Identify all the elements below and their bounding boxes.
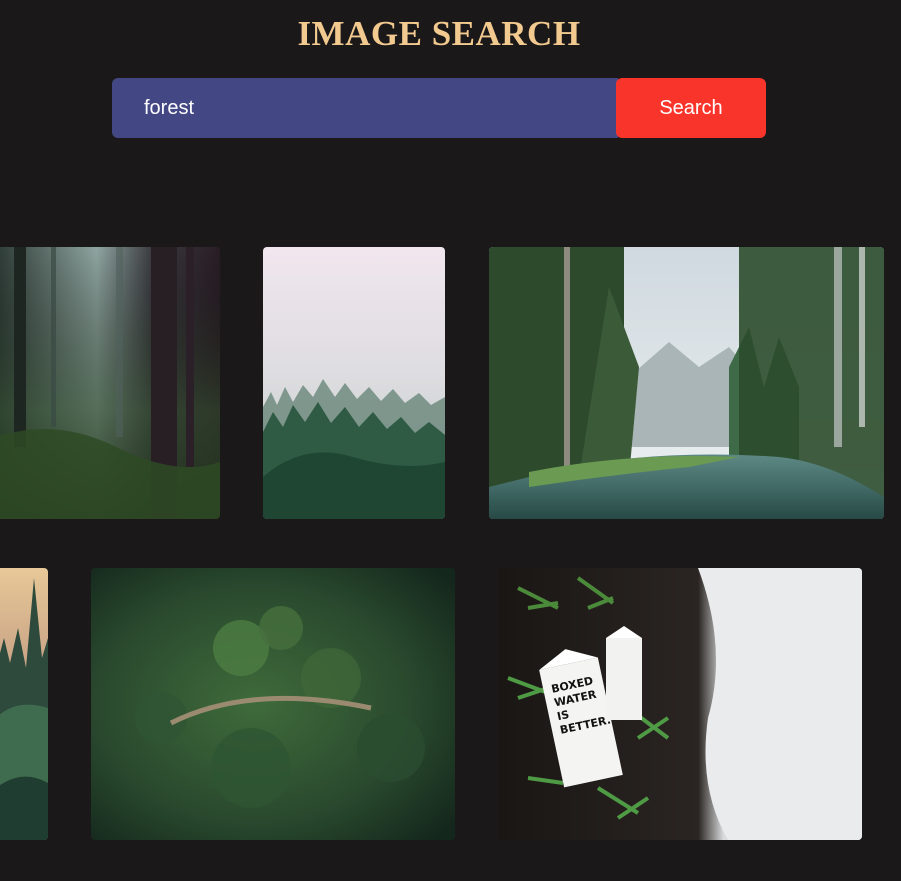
result-image-mountain-lake[interactable] xyxy=(489,247,884,519)
search-button[interactable]: Search xyxy=(616,78,766,138)
result-image-aerial-forest-road[interactable] xyxy=(91,568,455,840)
image-search-page: IMAGE SEARCH Search xyxy=(0,0,901,881)
result-image-foggy-treetops[interactable] xyxy=(263,247,445,519)
search-input[interactable] xyxy=(112,78,618,138)
result-image-boxed-water[interactable]: BOXED WATER IS BETTER. xyxy=(498,568,862,840)
result-image-sunset-forest[interactable] xyxy=(0,568,48,840)
page-title: IMAGE SEARCH xyxy=(297,14,581,53)
search-bar: Search xyxy=(112,78,766,138)
result-image-misty-forest[interactable] xyxy=(0,247,220,519)
